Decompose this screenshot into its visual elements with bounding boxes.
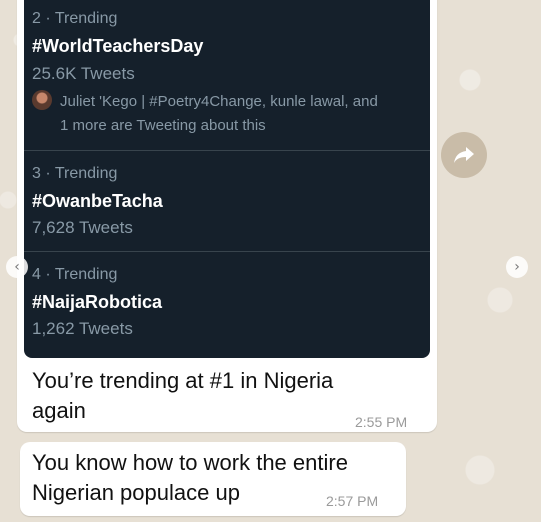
- message-timestamp: 2:57 PM: [326, 493, 379, 509]
- avatar: [32, 90, 52, 110]
- message-text-line-1: You’re trending at #1 in Nigeria: [32, 368, 334, 393]
- message-text-line-1: You know how to work the entire: [32, 450, 348, 475]
- message-timestamp: 2:55 PM: [355, 414, 408, 430]
- message-text-line-2: again: [32, 398, 86, 423]
- trend-item-2: 2 · Trending #WorldTeachersDay 25.6K Twe…: [24, 0, 430, 151]
- trending-screenshot-image[interactable]: 2 · Trending #WorldTeachersDay 25.6K Twe…: [24, 0, 430, 358]
- trend-item-3: 3 · Trending #OwanbeTacha 7,628 Tweets: [24, 151, 430, 252]
- trend-context-line-2: 1 more are Tweeting about this: [60, 117, 266, 134]
- message-text-line-2: Nigerian populace up: [32, 480, 240, 505]
- forward-arrow-icon: [454, 147, 474, 163]
- trend-tweet-count: 1,262 Tweets: [32, 319, 133, 338]
- trend-meta: 2 · Trending: [32, 10, 118, 27]
- forward-button[interactable]: [441, 132, 487, 178]
- chevron-right-icon[interactable]: ›: [506, 256, 528, 278]
- trend-tweet-count: 25.6K Tweets: [32, 64, 135, 83]
- trend-hashtag: #NaijaRobotica: [32, 292, 163, 312]
- trend-tweet-count: 7,628 Tweets: [32, 218, 133, 237]
- trend-item-4: 4 · Trending #NaijaRobotica 1,262 Tweets: [24, 252, 430, 358]
- trend-meta: 4 · Trending: [32, 266, 118, 283]
- trend-hashtag: #WorldTeachersDay: [32, 36, 204, 56]
- trend-context-line-1: Juliet 'Kego | #Poetry4Change, kunle law…: [60, 93, 378, 110]
- trend-hashtag: #OwanbeTacha: [32, 191, 163, 211]
- trend-meta: 3 · Trending: [32, 165, 118, 182]
- chevron-left-icon[interactable]: ‹: [6, 256, 28, 278]
